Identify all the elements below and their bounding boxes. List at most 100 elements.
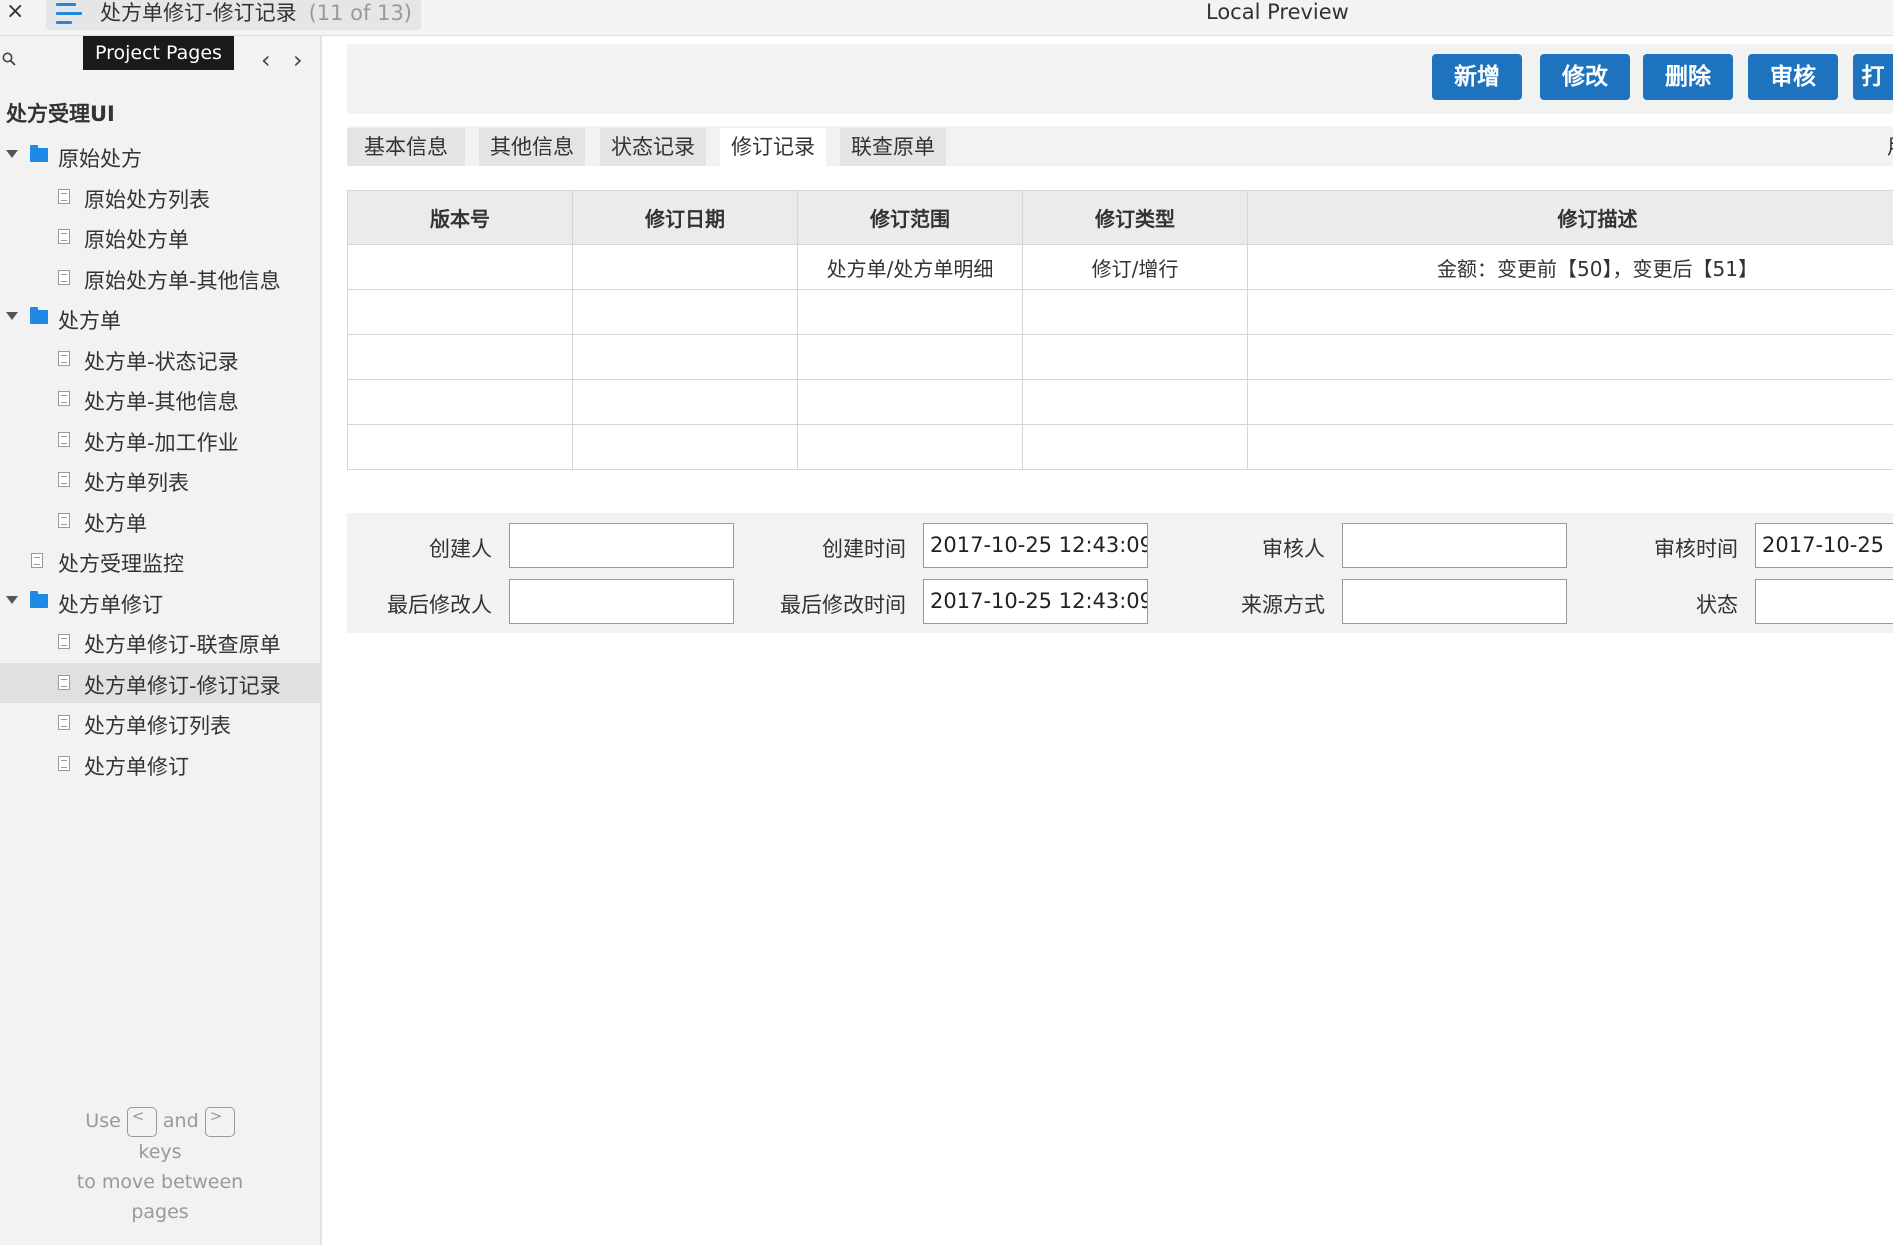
table-row[interactable] (347, 334, 1893, 380)
sidebar-item-label: 处方单修订 (84, 754, 189, 779)
sidebar-item-label: 处方单-加工作业 (84, 430, 239, 455)
sidebar-item-label: 处方单 (84, 511, 147, 536)
table-row[interactable]: 处方单/处方单明细 修订/增行 金额：变更前【50】，变更后【51】 (347, 244, 1893, 290)
table-cell: 修订/增行 (1022, 244, 1248, 290)
table-cell (1247, 334, 1893, 380)
audit-time-field[interactable]: 2017-10-25 12:43:09 (1755, 523, 1893, 568)
sidebar-page-item[interactable]: 原始处方单-其他信息 (0, 258, 320, 299)
tab-status-records[interactable]: 状态记录 (600, 128, 706, 166)
table-cell (1022, 334, 1248, 380)
sidebar-item-label: 原始处方单-其他信息 (84, 268, 281, 293)
header-revision-date[interactable]: 修订日期 (572, 190, 798, 245)
header-revision-type[interactable]: 修订类型 (1022, 190, 1248, 245)
page-icon (58, 634, 70, 649)
header-revision-description[interactable]: 修订描述 (1247, 190, 1893, 245)
tab-overflow-text: 用 (1887, 128, 1893, 166)
sidebar: Project Pages ‹ › 处方受理UI 原始处方 原始处方列表 原始处方单… (0, 36, 322, 1245)
folder-icon (30, 145, 48, 162)
close-icon[interactable]: × (6, 0, 24, 24)
caret-down-icon[interactable] (6, 150, 18, 158)
table-cell: 处方单/处方单明细 (797, 244, 1023, 290)
table-cell: 金额：变更前【50】，变更后【51】 (1247, 244, 1893, 290)
sidebar-page-item[interactable]: 处方单 (0, 501, 320, 542)
project-pages-toggle[interactable]: 处方单修订-修订记录 (11 of 13) (46, 0, 421, 30)
create-time-field[interactable]: 2017-10-25 12:43:09 (923, 523, 1148, 568)
left-key-icon: < (126, 1106, 157, 1137)
add-button[interactable]: 新增 (1432, 54, 1522, 100)
audit-button[interactable]: 审核 (1748, 54, 1838, 100)
sidebar-page-item[interactable]: 处方单-状态记录 (0, 339, 320, 380)
sidebar-item-label: 处方单-状态记录 (84, 349, 239, 374)
table-cell (572, 334, 798, 380)
sidebar-folder[interactable]: 处方单修订 (0, 582, 320, 623)
sidebar-page-item[interactable]: 处方单修订-修订记录 (0, 662, 320, 703)
sidebar-item-label: 处方受理监控 (58, 552, 184, 576)
help-text-keys: keys (138, 1140, 182, 1163)
audit-time-label: 审核时间 (1654, 537, 1738, 561)
table-cell (347, 244, 573, 290)
table-cell (1247, 424, 1893, 470)
delete-button[interactable]: 删除 (1643, 54, 1733, 100)
extra-button[interactable]: 打 (1853, 54, 1893, 100)
table-cell (572, 424, 798, 470)
sidebar-page-item[interactable]: 处方单修订 (0, 744, 320, 785)
table-cell (1247, 289, 1893, 335)
caret-down-icon[interactable] (6, 595, 18, 604)
previous-page-button[interactable]: ‹ (261, 46, 271, 74)
header-revision-scope[interactable]: 修订范围 (797, 190, 1023, 245)
right-key-icon: > (204, 1106, 235, 1137)
current-page-title: 处方单修订-修订记录 (11 of 13) (100, 1, 412, 25)
page-icon (58, 512, 70, 528)
source-field[interactable] (1342, 579, 1567, 624)
status-field[interactable] (1755, 579, 1893, 624)
help-text-use: Use (85, 1110, 121, 1132)
table-cell (797, 289, 1023, 335)
sidebar-page-item[interactable]: 处方受理监控 (0, 541, 320, 582)
table-cell (1022, 424, 1248, 470)
table-row[interactable] (347, 424, 1893, 470)
table-cell (797, 379, 1023, 425)
table-cell (347, 379, 573, 425)
table-cell (797, 334, 1023, 380)
table-row[interactable] (347, 289, 1893, 335)
table-cell (797, 424, 1023, 470)
last-modify-time-field[interactable]: 2017-10-25 12:43:09 (923, 579, 1148, 624)
sidebar-folder[interactable]: 处方单 (0, 298, 320, 339)
window-title: Local Preview (1206, 0, 1349, 24)
auditor-label: 审核人 (1262, 537, 1325, 561)
page-icon (58, 715, 70, 730)
sidebar-item-label: 处方单列表 (84, 471, 189, 495)
help-text-line3: to move between (76, 1170, 244, 1193)
auditor-field[interactable] (1342, 523, 1567, 568)
edit-button[interactable]: 修改 (1540, 54, 1630, 100)
next-page-button[interactable]: › (293, 46, 303, 74)
table-row[interactable] (347, 379, 1893, 425)
sidebar-page-item[interactable]: 处方单修订-联查原单 (0, 622, 320, 663)
project-title: 处方受理UI (6, 102, 115, 126)
source-label: 来源方式 (1241, 593, 1325, 617)
sidebar-page-item[interactable]: 原始处方列表 (0, 177, 320, 218)
caret-down-icon[interactable] (6, 312, 18, 320)
sidebar-page-item[interactable]: 处方单-加工作业 (0, 420, 320, 461)
header-version[interactable]: 版本号 (347, 190, 573, 245)
sidebar-page-item[interactable]: 处方单列表 (0, 460, 320, 501)
tab-basic-info[interactable]: 基本信息 (347, 128, 465, 166)
sidebar-folder[interactable]: 原始处方 (0, 136, 320, 177)
page-icon (58, 391, 70, 406)
last-modifier-field[interactable] (509, 579, 734, 624)
page-tree: 原始处方 原始处方列表 原始处方单 原始处方单-其他信息 处方单 处方单-状态记录 处方单-… (0, 136, 320, 784)
sidebar-page-item[interactable]: 原始处方单 (0, 217, 320, 258)
creator-field[interactable] (509, 523, 734, 568)
create-time-label: 创建时间 (822, 537, 906, 561)
tab-linked-original[interactable]: 联查原单 (840, 128, 946, 166)
table-cell (572, 379, 798, 425)
tab-revision-records[interactable]: 修订记录 (720, 128, 826, 166)
sidebar-page-item[interactable]: 处方单修订列表 (0, 703, 320, 744)
search-icon[interactable] (2, 52, 16, 66)
menu-icon[interactable] (56, 3, 82, 25)
sidebar-page-item[interactable]: 处方单-其他信息 (0, 379, 320, 420)
page-count: (11 of 13) (308, 1, 412, 25)
table-cell (347, 334, 573, 380)
sidebar-item-label: 处方单修订-修订记录 (84, 673, 281, 698)
tab-other-info[interactable]: 其他信息 (479, 128, 585, 166)
